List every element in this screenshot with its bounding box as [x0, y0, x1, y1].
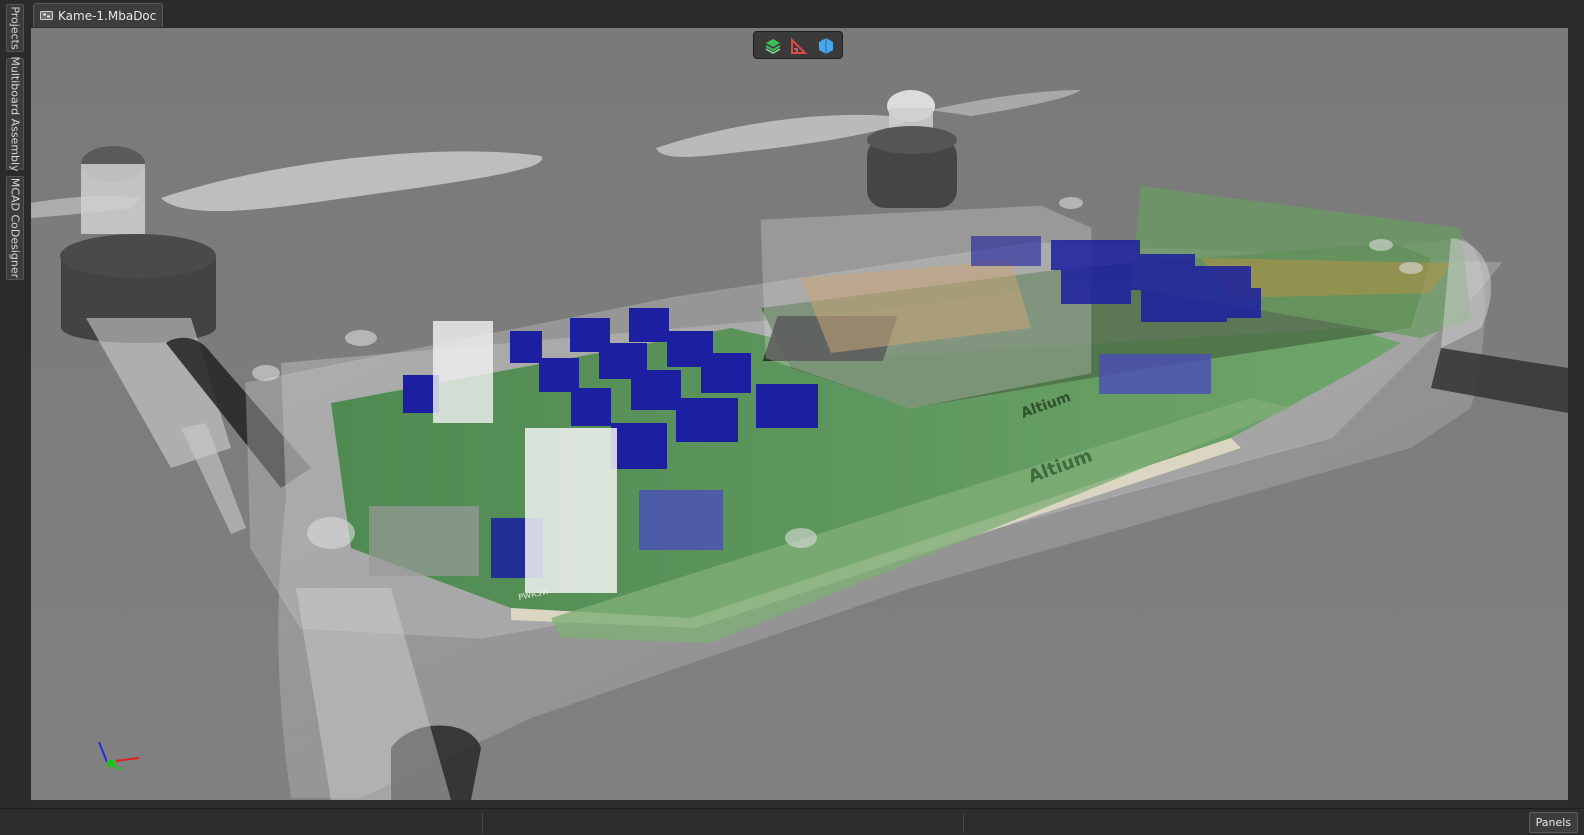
panel-tab-projects[interactable]: Projects	[6, 4, 24, 52]
axis-gizmo	[98, 741, 140, 771]
status-bar: Panels	[0, 808, 1584, 835]
panel-tab-multiboard-assembly[interactable]: Multiboard Assembly	[6, 56, 24, 172]
document-tab[interactable]: Kame-1.MbaDoc	[33, 3, 164, 27]
panel-tab-label: Projects	[8, 6, 22, 50]
right-panel-edge	[1568, 28, 1584, 808]
3d-viewport[interactable]: Altium Altium PWRSW	[31, 28, 1568, 800]
measure-icon[interactable]	[790, 37, 808, 55]
panels-button[interactable]: Panels	[1528, 812, 1578, 833]
status-separator	[482, 813, 483, 833]
multiboard-doc-icon	[40, 11, 53, 20]
document-tab-label: Kame-1.MbaDoc	[58, 9, 157, 23]
app-window: Projects Multiboard Assembly MCAD CoDesi…	[0, 0, 1584, 835]
drone-3d-model[interactable]: Altium Altium PWRSW	[31, 28, 1568, 800]
panel-tab-label: MCAD CoDesigner	[8, 177, 22, 279]
status-separator	[963, 813, 964, 833]
view-cube-icon[interactable]	[817, 37, 835, 55]
panel-tab-mcad-codesigner[interactable]: MCAD CoDesigner	[6, 176, 24, 280]
left-panel-rail: Projects Multiboard Assembly MCAD CoDesi…	[0, 0, 30, 808]
panel-tab-label: Multiboard Assembly	[8, 56, 22, 172]
document-tab-strip: Kame-1.MbaDoc	[30, 0, 1584, 28]
layers-icon[interactable]	[764, 37, 782, 55]
sd-card-slot	[369, 506, 479, 576]
view-toolbar	[753, 31, 843, 59]
